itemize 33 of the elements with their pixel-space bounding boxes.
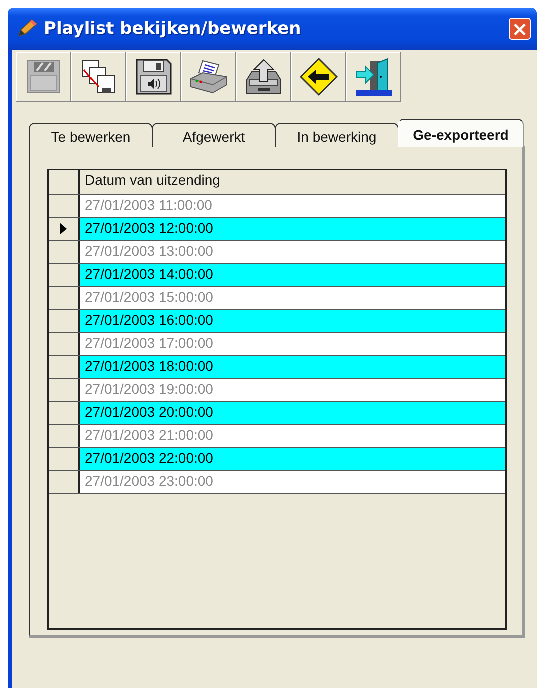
window-title: Playlist bekijken/bewerken <box>44 19 302 39</box>
tab[interactable]: In bewerking <box>275 123 399 147</box>
table-cell: 27/01/2003 13:00:00 <box>80 241 505 263</box>
floppy-speaker-icon <box>134 58 172 96</box>
exit-door-icon <box>354 57 394 97</box>
table-cell: 27/01/2003 11:00:00 <box>80 195 505 217</box>
current-row-icon <box>60 223 67 235</box>
table-cell: 27/01/2003 12:00:00 <box>80 218 505 240</box>
table-cell: 27/01/2003 20:00:00 <box>80 402 505 424</box>
toolbar-button[interactable] <box>126 52 181 102</box>
close-button[interactable]: × <box>509 18 531 40</box>
back-arrow-sign-icon <box>298 57 338 97</box>
table-cell: 27/01/2003 17:00:00 <box>80 333 505 355</box>
table-cell: 27/01/2003 15:00:00 <box>80 287 505 309</box>
table-cell: 27/01/2003 18:00:00 <box>80 356 505 378</box>
toolbar-button[interactable] <box>346 52 401 102</box>
toolbar-button[interactable] <box>181 52 236 102</box>
pencil-icon <box>16 19 38 39</box>
table-cell: 27/01/2003 22:00:00 <box>80 448 505 470</box>
table-cell: 27/01/2003 21:00:00 <box>80 425 505 447</box>
tab[interactable]: Afgewerkt <box>152 123 276 147</box>
copy-files-icon <box>80 58 118 96</box>
printer-icon <box>188 59 228 95</box>
table-cell: 27/01/2003 14:00:00 <box>80 264 505 286</box>
tab[interactable]: Ge-exporteerd <box>398 119 524 147</box>
table-cell: 27/01/2003 23:00:00 <box>80 471 505 493</box>
table-cell: 27/01/2003 16:00:00 <box>80 310 505 332</box>
tray-upload-icon <box>244 58 284 96</box>
toolbar-button[interactable] <box>71 52 126 102</box>
table-cell: 27/01/2003 19:00:00 <box>80 379 505 401</box>
toolbar-button[interactable] <box>236 52 291 102</box>
toolbar-button[interactable] <box>291 52 346 102</box>
tab[interactable]: Te bewerken <box>29 123 153 147</box>
